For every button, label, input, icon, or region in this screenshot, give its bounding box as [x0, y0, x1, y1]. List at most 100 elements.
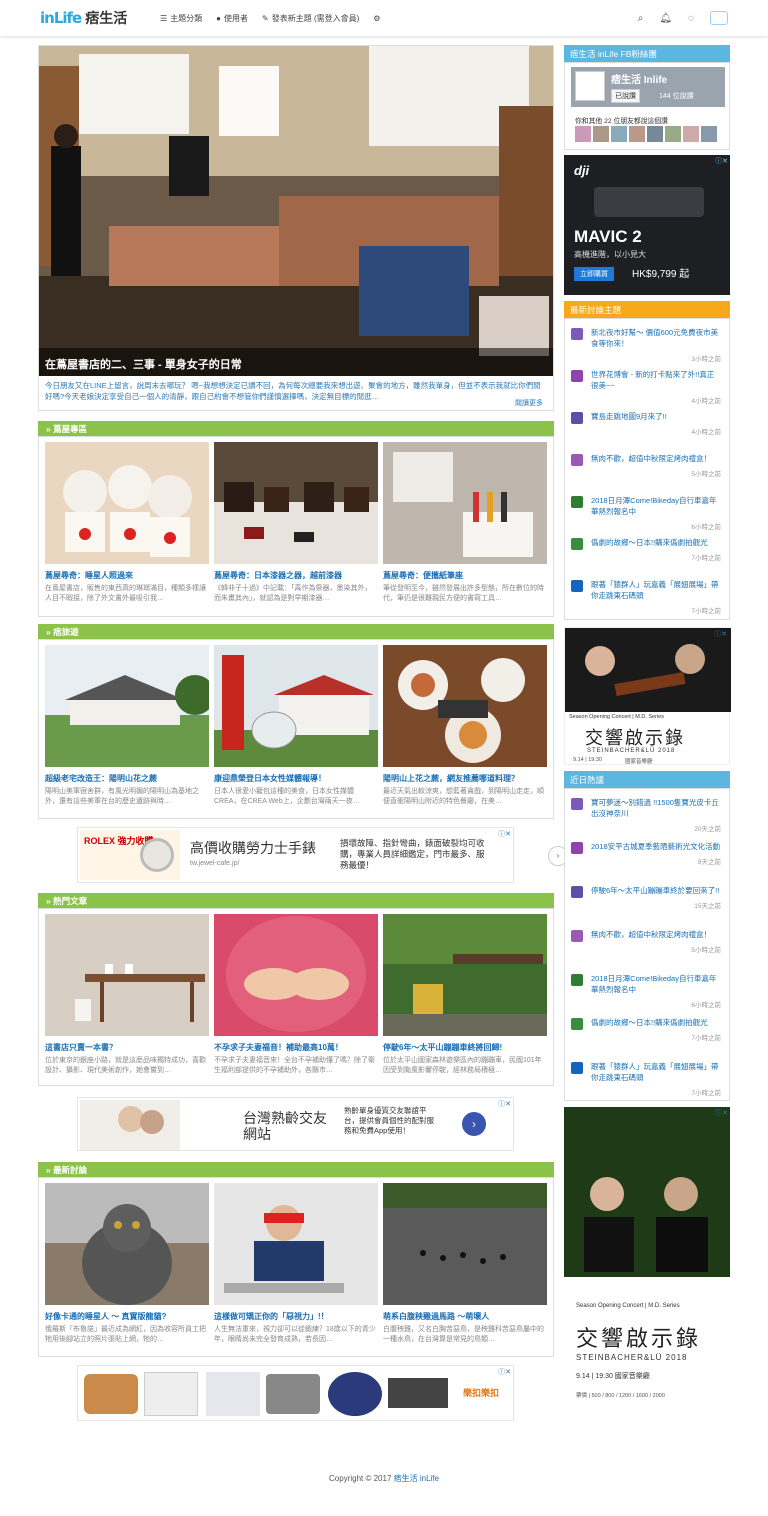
topic-item[interactable]: 無肉不歡，超值中秋限定烤肉禮盒！ 5小時之前: [571, 929, 721, 954]
footer-link[interactable]: 痞生活 inLife: [394, 1474, 439, 1483]
featured-image[interactable]: [39, 46, 553, 376]
topic-item[interactable]: 僞劇的故鄉～日本!!購來僞劇拍觀光 7小時之前: [571, 537, 721, 562]
ad-choices-icon[interactable]: ⓘ✕: [498, 1367, 511, 1377]
article-thumbnail[interactable]: [214, 1183, 378, 1305]
article-title[interactable]: 萌系白腹秧雞過馬路 ～萌壞人: [383, 1311, 547, 1322]
topic-item[interactable]: 停駛6年～太平山蹦蹦車終於要回來了!! 15天之前: [571, 885, 721, 910]
article-card[interactable]: 不孕求子夫妻福音！補助最高10萬！ 不孕求子夫妻福音來！全台不孕補助懂了嗎？除了…: [214, 914, 378, 1076]
fb-cover[interactable]: 痞生活 Inlife 已說讚 144 位說讚: [571, 67, 725, 107]
featured-article[interactable]: 在蔦屋書店的二、三事 - 單身女子的日常 今日朋友又在LINE上留言，說周末去哪…: [38, 45, 554, 411]
article-card[interactable]: 這書店只賣一本書？ 位於東京的銀座小路，就是這麼品味獨特成功，喜歡設計、攝影、現…: [45, 914, 209, 1076]
ad-mavic[interactable]: dji MAVIC 2 高機進階，以小見大 立即購買 HK$9,799 起 ⓘ✕: [564, 155, 730, 295]
ad-choices-icon[interactable]: ⓘ✕: [714, 629, 727, 639]
topic-item[interactable]: 世界花博會 - 新的打卡點來了外!!真正很美~~ 4小時之前: [571, 369, 721, 405]
user-avatar[interactable]: [571, 886, 583, 898]
nav-users[interactable]: ● 使用者: [216, 13, 248, 24]
article-title[interactable]: 不孕求子夫妻福音！補助最高10萬！: [214, 1042, 378, 1053]
article-card[interactable]: 萌系白腹秧雞過馬路 ～萌壞人 白腹秧雞，又名白胸苦惡鳥，是秧雞科苦惡鳥屬中的一種…: [383, 1183, 547, 1345]
topic-item[interactable]: 僞劇的故鄉～日本!!購來僞劇拍觀光 7小時之前: [571, 1017, 721, 1042]
article-card[interactable]: 好像卡通的睡星人 ～ 真實版龍貓? 俄羅斯「布魯諾」最近成為網紅，因為收容所員工…: [45, 1183, 209, 1345]
topic-item[interactable]: 跟著「猿群人」玩嘉義「展翅展場」帶你走跳東石碼頭 7小時之前: [571, 579, 721, 615]
section-header-tsutaya[interactable]: » 蔦屋專區: [38, 421, 554, 436]
topic-item[interactable]: 寶島走跳地圖9月來了!! 4小時之前: [571, 411, 721, 436]
product-image[interactable]: [388, 1378, 448, 1408]
user-avatar[interactable]: [571, 798, 583, 810]
ad-dating-headline[interactable]: 台灣熟齡交友網站: [243, 1110, 333, 1142]
section-header-latest[interactable]: » 最新討論: [38, 1162, 554, 1177]
topic-title[interactable]: 新北夜市好幫～ 價值600元免費夜市美食等你來！: [591, 327, 721, 349]
fb-page-widget[interactable]: 痞生活 Inlife 已說讚 144 位說讚 你和其他 22 位朋友都說這個讚: [564, 62, 730, 150]
topic-item[interactable]: 2018日月潭Come!Bikeday自行車嘉年華熱烈報名中 6小時之前: [571, 973, 721, 1009]
user-avatar-icon[interactable]: [710, 11, 728, 25]
topic-item[interactable]: 2018安平古城夏季藍晒藝術光文化活動 8天之前: [571, 841, 721, 866]
topic-title[interactable]: 僞劇的故鄉～日本!!購來僞劇拍觀光: [591, 537, 721, 548]
section-header-hot[interactable]: » 熱門文章: [38, 893, 554, 908]
topic-title[interactable]: 跟著「猿群人」玩嘉義「展翅展場」帶你走跳東石碼頭: [591, 579, 721, 601]
nav-new-topic[interactable]: ✎ 發表新主題 (需登入會員): [262, 13, 359, 24]
product-image[interactable]: [144, 1372, 198, 1416]
product-image[interactable]: [266, 1374, 320, 1414]
user-avatar[interactable]: [571, 1018, 583, 1030]
article-thumbnail[interactable]: [214, 442, 378, 564]
article-card[interactable]: 超級老宅改造王：陽明山花之蕨 陽明山美軍宿舍群，有風光明媚的陽明山為基地之外，還…: [45, 645, 209, 807]
user-avatar[interactable]: [571, 1062, 583, 1074]
article-title[interactable]: 這樣做可矯正你的「惡視力」!！: [214, 1311, 378, 1322]
article-card[interactable]: 陽明山上花之蕨，網友推薦哪道料理？ 最近天氣出較涼爽，想藍著貪戲，到陽明山走走，…: [383, 645, 547, 807]
article-thumbnail[interactable]: [45, 645, 209, 767]
topic-item[interactable]: 無肉不歡，超值中秋限定烤肉禮盒！ 5小時之前: [571, 453, 721, 478]
article-title[interactable]: 蔦屋尋奇：便攜紙筆座: [383, 570, 547, 581]
topic-item[interactable]: 2018日月潭Come!Bikeday自行車嘉年華熱烈報名中 6小時之前: [571, 495, 721, 531]
ad-choices-icon[interactable]: ⓘ✕: [715, 156, 728, 166]
article-card[interactable]: 康迎鼎榮登日本女性媒體報導！ 日本人很愛小籠包這種的美食，日本女性媒體CREA，…: [214, 645, 378, 807]
user-avatar[interactable]: [571, 580, 583, 592]
site-logo[interactable]: inLife 痞生活: [40, 8, 127, 28]
topic-title[interactable]: 2018日月潭Come!Bikeday自行車嘉年華熱烈報名中: [591, 973, 721, 995]
article-thumbnail[interactable]: [383, 442, 547, 564]
nav-categories[interactable]: ☰ 主題分類: [160, 13, 202, 24]
product-image[interactable]: [84, 1374, 138, 1414]
topic-title[interactable]: 2018安平古城夏季藍晒藝術光文化活動: [591, 841, 721, 852]
ad-concert-large[interactable]: Season Opening Concert | M.D. Series 交響啟…: [564, 1107, 730, 1427]
article-card[interactable]: 蔦屋尋奇：睡星人照過來 在蔦屋書店，販售的東西真的琳瑯滿目，種類多樣讓人目不暇接…: [45, 442, 209, 604]
chevron-right-icon[interactable]: ›: [462, 1112, 486, 1136]
ad-rolex-headline[interactable]: 高價收購勞力士手錶: [190, 838, 316, 858]
article-thumbnail[interactable]: [383, 645, 547, 767]
article-thumbnail[interactable]: [45, 914, 209, 1036]
ad-choices-icon[interactable]: ⓘ✕: [715, 1108, 728, 1118]
article-title[interactable]: 蔦屋尋奇：睡星人照過來: [45, 570, 209, 581]
user-avatar[interactable]: [571, 496, 583, 508]
search-icon[interactable]: ⌕: [638, 13, 644, 24]
topic-title[interactable]: 無肉不歡，超值中秋限定烤肉禮盒！: [591, 929, 721, 940]
topic-title[interactable]: 世界花博會 - 新的打卡點來了外!!真正很美~~: [591, 369, 721, 391]
user-avatar[interactable]: [571, 538, 583, 550]
article-title[interactable]: 停駛6年～太平山蹦蹦車終將回歸!: [383, 1042, 547, 1053]
article-title[interactable]: 康迎鼎榮登日本女性媒體報導！: [214, 773, 378, 784]
topic-title[interactable]: 停駛6年～太平山蹦蹦車終於要回來了!!: [591, 885, 721, 896]
article-thumbnail[interactable]: [383, 1183, 547, 1305]
article-card[interactable]: 停駛6年～太平山蹦蹦車終將回歸! 位於太平山國家森林遊樂區內的蹦蹦車，民國101…: [383, 914, 547, 1076]
ad-choices-icon[interactable]: ⓘ✕: [498, 1099, 511, 1109]
article-thumbnail[interactable]: [383, 914, 547, 1036]
nav-settings[interactable]: ⚙: [373, 14, 380, 23]
topic-title[interactable]: 無肉不歡，超值中秋限定烤肉禮盒！: [591, 453, 721, 464]
chat-icon[interactable]: ◌: [688, 13, 694, 24]
topic-item[interactable]: 寶可夢迷～別錯過 !!1500隻寶光皮卡丘出沒神奈川 20天之前: [571, 797, 721, 833]
ad-cookware[interactable]: 樂扣樂扣 ⓘ✕: [77, 1365, 514, 1421]
section-header-travel[interactable]: » 痞旅遊: [38, 624, 554, 639]
topic-title[interactable]: 2018日月潭Come!Bikeday自行車嘉年華熱烈報名中: [591, 495, 721, 517]
read-more-link[interactable]: 閱讀更多: [515, 398, 543, 408]
user-avatar[interactable]: [571, 328, 583, 340]
ad-dating[interactable]: 台灣熟齡交友網站 熟齡單身優質交友聯誼平台，提供會員個性的配對服務和免費App使…: [77, 1097, 514, 1151]
article-title[interactable]: 好像卡通的睡星人 ～ 真實版龍貓?: [45, 1311, 209, 1322]
article-title[interactable]: 陽明山上花之蕨，網友推薦哪道料理？: [383, 773, 547, 784]
ad-rolex-url[interactable]: tw.jewel-cafe.jp/: [190, 860, 239, 867]
user-avatar[interactable]: [571, 842, 583, 854]
product-image[interactable]: [206, 1372, 260, 1416]
topic-item[interactable]: 新北夜市好幫～ 價值600元免費夜市美食等你來！ 3小時之前: [571, 327, 721, 363]
article-title[interactable]: 超級老宅改造王：陽明山花之蕨: [45, 773, 209, 784]
ad-choices-icon[interactable]: ⓘ✕: [498, 829, 511, 839]
fb-page-name[interactable]: 痞生活 Inlife: [611, 71, 667, 86]
user-avatar[interactable]: [571, 454, 583, 466]
topic-title[interactable]: 寶島走跳地圖9月來了!!: [591, 411, 721, 422]
user-avatar[interactable]: [571, 370, 583, 382]
